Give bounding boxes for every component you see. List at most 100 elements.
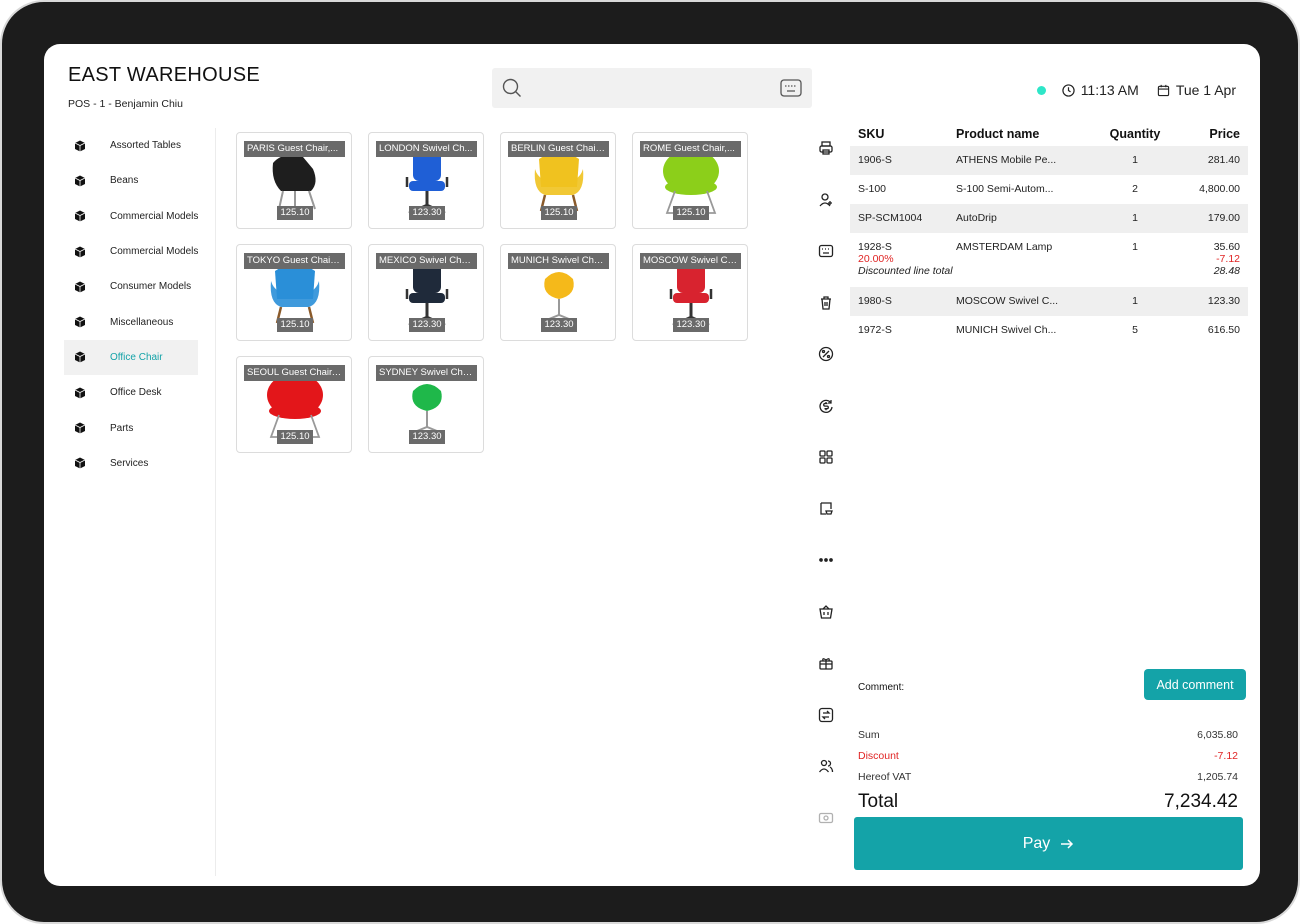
product-name: LONDON Swivel Ch... bbox=[376, 141, 477, 157]
toolbar-button[interactable] bbox=[814, 758, 838, 810]
calendar-icon bbox=[1157, 84, 1169, 96]
category-item[interactable]: Parts bbox=[64, 410, 198, 445]
order-line[interactable]: S-100 S-100 Semi-Autom... 2 4,800.00 bbox=[850, 175, 1248, 204]
product-card[interactable]: MUNICH Swivel Cha... 123.30 bbox=[500, 244, 616, 341]
toolbar-button[interactable] bbox=[814, 243, 838, 295]
product-card[interactable]: SYDNEY Swivel Cha... 123.30 bbox=[368, 356, 484, 453]
more-icon bbox=[819, 558, 833, 562]
product-card[interactable]: SEOUL Guest Chair,... 125.10 bbox=[236, 356, 352, 453]
product-card[interactable]: MOSCOW Swivel Ch... 123.30 bbox=[632, 244, 748, 341]
category-sidebar: Assorted Tables Beans Commercial Models Com… bbox=[64, 128, 198, 481]
order-header: SKU Product name Quantity Price bbox=[850, 122, 1248, 146]
line-quantity: 2 bbox=[1132, 183, 1138, 195]
line-sku: SP-SCM1004 bbox=[858, 212, 923, 224]
order-line[interactable]: SP-SCM1004 AutoDrip 1 179.00 bbox=[850, 204, 1248, 233]
toolbar-button[interactable] bbox=[814, 192, 838, 244]
category-label: Commercial Models bbox=[110, 246, 198, 258]
category-item[interactable]: Consumer Models bbox=[64, 269, 198, 304]
toolbar-button[interactable] bbox=[814, 295, 838, 347]
discount-row: Discount -7.12 bbox=[858, 750, 1238, 762]
product-price: 125.10 bbox=[541, 206, 577, 220]
gift-icon bbox=[819, 658, 833, 670]
cube-icon bbox=[74, 422, 86, 434]
search-icon bbox=[502, 78, 521, 97]
line-product-name: AMSTERDAM Lamp bbox=[956, 241, 1053, 253]
toolbar-button[interactable] bbox=[814, 501, 838, 553]
category-item[interactable]: Commercial Models bbox=[64, 234, 198, 269]
basket-icon bbox=[819, 604, 833, 619]
total-value: 7,234.42 bbox=[1164, 791, 1238, 812]
order-line[interactable]: 1906-S ATHENS Mobile Pe... 1 281.40 bbox=[850, 146, 1248, 175]
percent-icon bbox=[818, 346, 834, 362]
product-card[interactable]: ROME Guest Chair,... 125.10 bbox=[632, 132, 748, 229]
toolbar-button[interactable] bbox=[814, 346, 838, 398]
product-card[interactable]: LONDON Swivel Ch... 123.30 bbox=[368, 132, 484, 229]
pay-label: Pay bbox=[1022, 834, 1051, 852]
toolbar-button[interactable] bbox=[814, 810, 838, 862]
cube-icon bbox=[74, 175, 86, 187]
category-item[interactable]: Assorted Tables bbox=[64, 128, 198, 163]
search-bar[interactable] bbox=[492, 68, 812, 108]
product-card[interactable]: BERLIN Guest Chair,... 125.10 bbox=[500, 132, 616, 229]
sum-value: 6,035.80 bbox=[1197, 729, 1238, 741]
order-line[interactable]: 1980-S MOSCOW Swivel C... 1 123.30 bbox=[850, 287, 1248, 316]
divider bbox=[215, 128, 216, 876]
search-input[interactable] bbox=[532, 76, 762, 100]
toolbar-button[interactable] bbox=[814, 140, 838, 192]
order-line[interactable]: 1928-S 20.00% Discounted line total AMSTERD… bbox=[850, 233, 1248, 287]
line-quantity: 5 bbox=[1132, 324, 1138, 336]
vat-row: Hereof VAT 1,205.74 bbox=[858, 771, 1238, 783]
discounted-line-label: Discounted line total bbox=[858, 265, 953, 277]
toolbar-button[interactable] bbox=[814, 398, 838, 450]
product-price: 125.10 bbox=[277, 206, 313, 220]
product-name: SYDNEY Swivel Cha... bbox=[376, 365, 477, 381]
order-line[interactable]: 1972-S MUNICH Swivel Ch... 5 616.50 bbox=[850, 316, 1248, 345]
clock-time: 11:13 AM bbox=[1080, 82, 1139, 98]
category-item[interactable]: Miscellaneous bbox=[64, 304, 198, 339]
total-row: Total 7,234.42 bbox=[858, 791, 1238, 813]
category-item[interactable]: Services bbox=[64, 446, 198, 481]
clock-icon bbox=[1062, 83, 1075, 97]
category-label: Services bbox=[110, 457, 149, 469]
line-price: 35.60 bbox=[1213, 241, 1240, 253]
keyboard-icon[interactable] bbox=[780, 79, 802, 97]
product-price: 123.30 bbox=[409, 206, 445, 220]
online-indicator bbox=[1036, 85, 1046, 95]
trash-icon bbox=[821, 295, 831, 310]
discount-label: Discount bbox=[858, 750, 899, 762]
category-label: Parts bbox=[110, 422, 134, 434]
cube-icon bbox=[74, 387, 86, 399]
users-icon bbox=[818, 759, 834, 773]
toolbar-button[interactable] bbox=[814, 449, 838, 501]
product-price: 123.30 bbox=[409, 430, 445, 444]
product-card[interactable]: TOKYO Guest Chair,... 125.10 bbox=[236, 244, 352, 341]
arrow-right-icon bbox=[1061, 838, 1074, 849]
category-item[interactable]: Beans bbox=[64, 163, 198, 198]
category-label: Office Chair bbox=[110, 351, 163, 363]
product-card[interactable]: PARIS Guest Chair,... 125.10 bbox=[236, 132, 352, 229]
line-quantity: 1 bbox=[1132, 241, 1138, 253]
product-card[interactable]: MEXICO Swivel Chai... 123.30 bbox=[368, 244, 484, 341]
product-name: MUNICH Swivel Cha... bbox=[508, 253, 609, 269]
toolbar-button[interactable] bbox=[814, 552, 838, 604]
line-product-name: AutoDrip bbox=[956, 212, 997, 224]
category-item[interactable]: Office Desk bbox=[64, 375, 198, 410]
product-name: MEXICO Swivel Chai... bbox=[376, 253, 477, 269]
toolbar-button[interactable] bbox=[814, 655, 838, 707]
col-quantity: Quantity bbox=[1109, 127, 1161, 141]
cube-icon bbox=[74, 246, 86, 258]
keyboard-icon bbox=[818, 244, 834, 258]
action-toolbar bbox=[814, 140, 838, 861]
grid-icon bbox=[819, 450, 833, 464]
category-label: Assorted Tables bbox=[110, 140, 181, 152]
category-item[interactable]: Office Chair bbox=[64, 339, 198, 376]
toolbar-button[interactable] bbox=[814, 604, 838, 656]
category-item[interactable]: Commercial Models bbox=[64, 199, 198, 234]
toolbar-button[interactable] bbox=[814, 707, 838, 759]
add-comment-button[interactable]: Add comment bbox=[1144, 669, 1246, 700]
line-quantity: 1 bbox=[1132, 295, 1138, 307]
product-price: 125.10 bbox=[277, 430, 313, 444]
product-name: MOSCOW Swivel Ch... bbox=[640, 253, 741, 269]
pay-button[interactable]: Pay bbox=[854, 817, 1243, 870]
line-sku: 1928-S bbox=[858, 241, 892, 253]
